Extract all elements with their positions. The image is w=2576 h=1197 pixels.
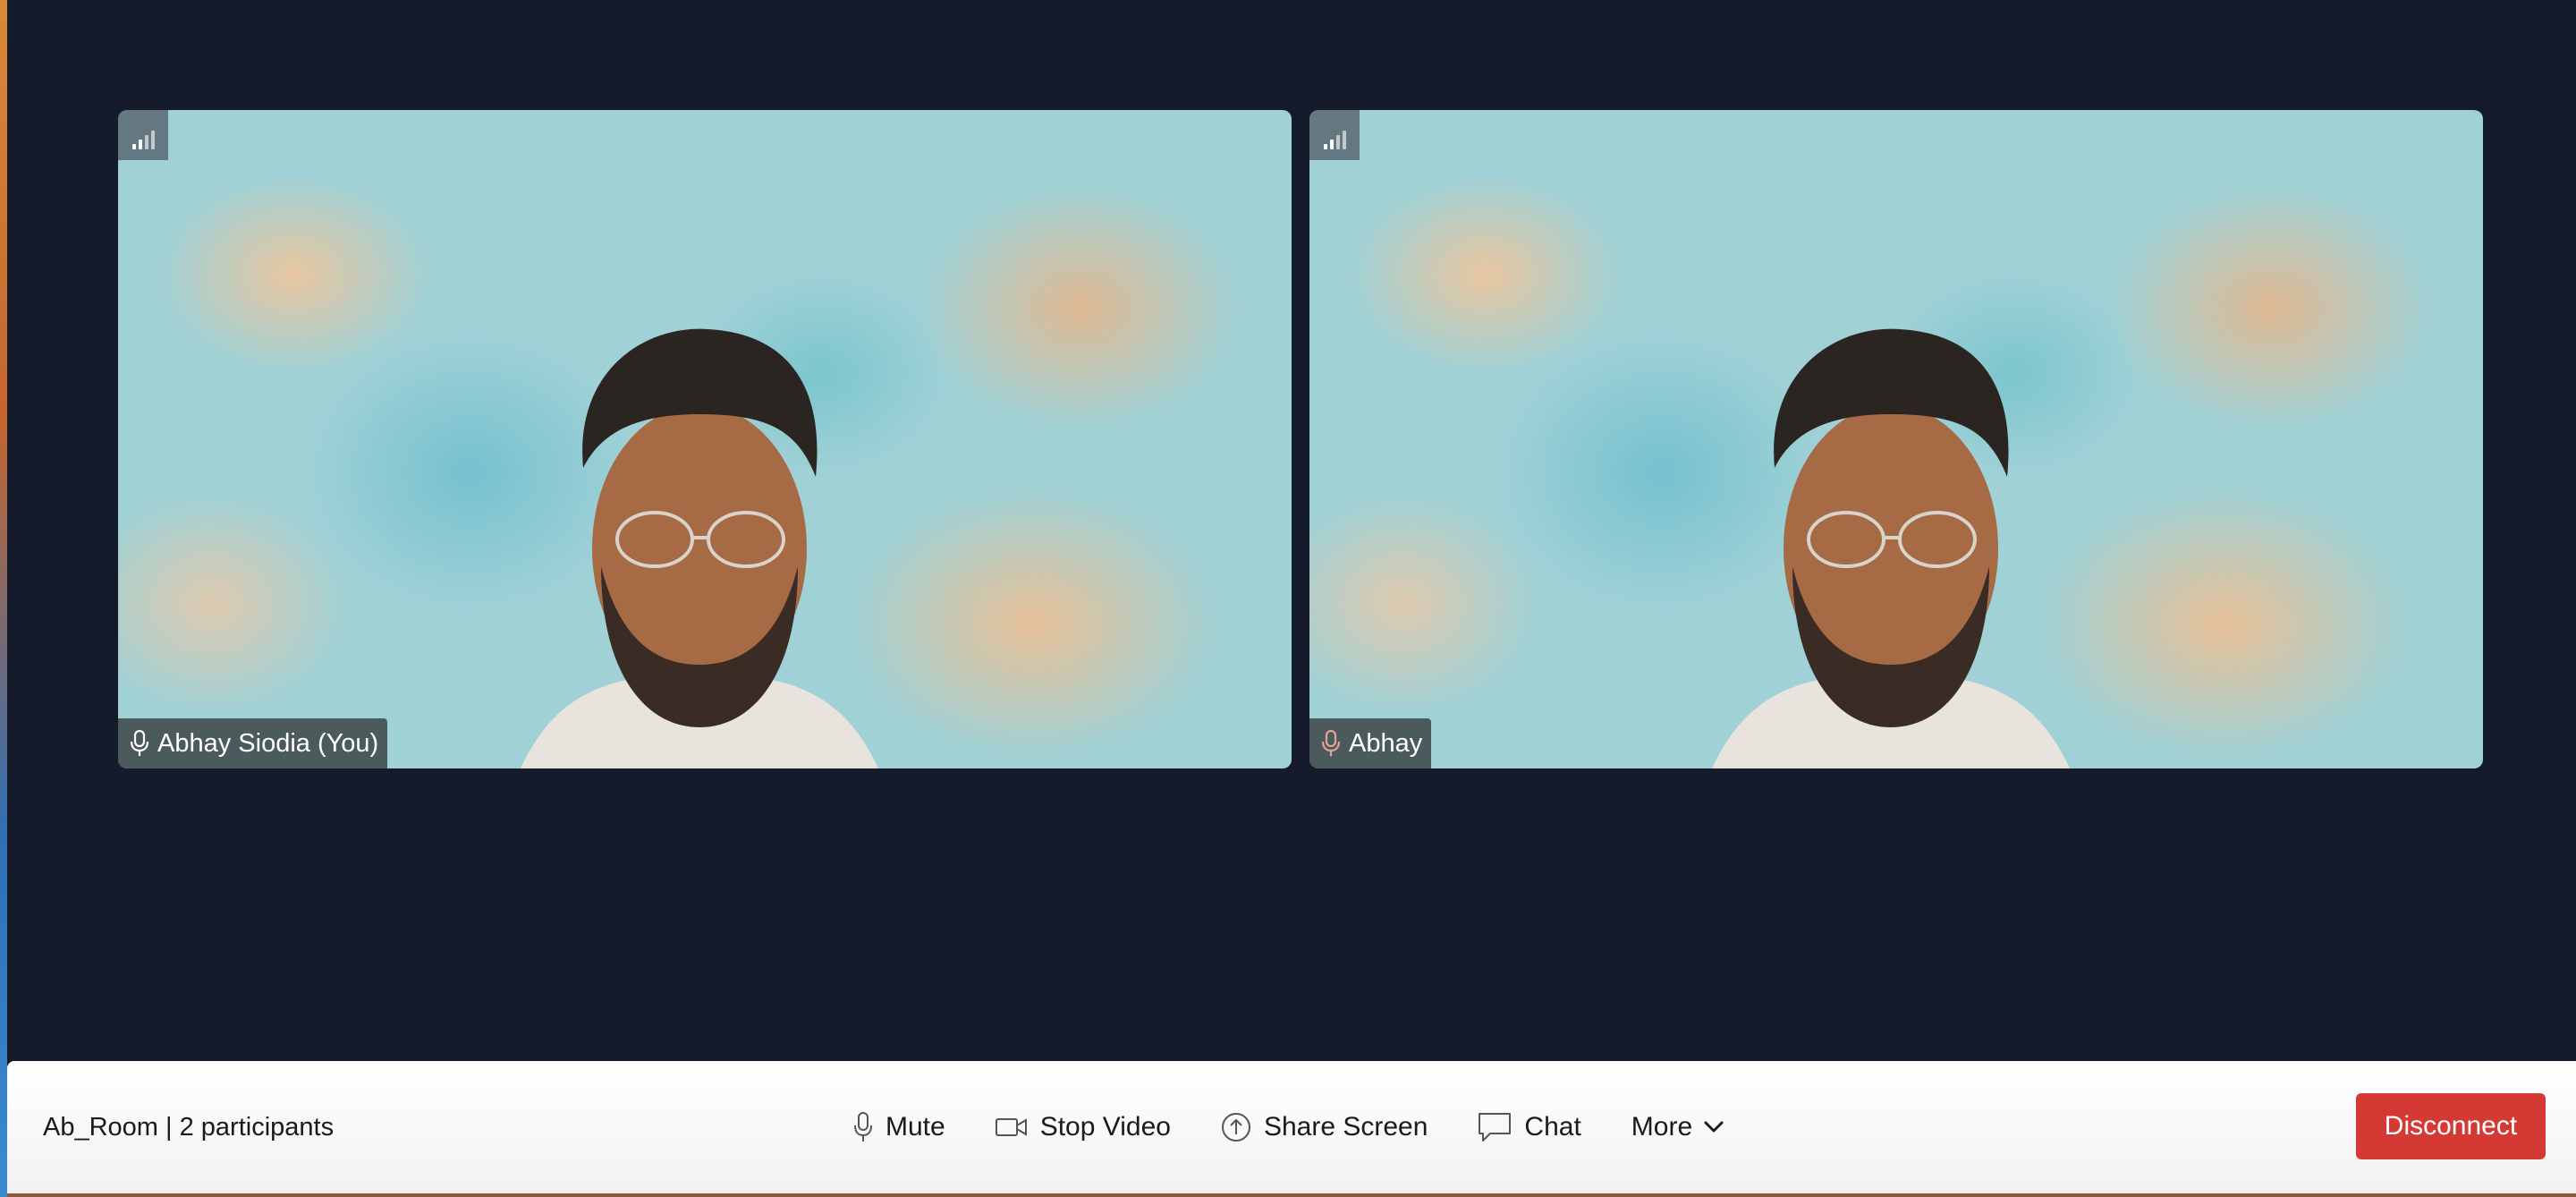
video-stage: Abhay Siodia (You) Abhay [7,0,2576,1061]
more-label: More [1631,1112,1693,1142]
window-edge [0,0,7,1197]
call-controls: Mute Stop Video Share Screen Chat More [839,1061,1760,1193]
chat-button[interactable]: Chat [1463,1103,1595,1151]
participant-name: Abhay [1349,728,1423,758]
signal-strength-icon [1309,110,1360,160]
disconnect-button[interactable]: Disconnect [2356,1093,2546,1159]
participant-name: Abhay Siodia (You) [157,728,379,758]
share-screen-icon [1221,1113,1250,1142]
participant-video [521,328,878,768]
participant-tile-remote[interactable]: Abhay [1309,110,2483,768]
video-camera-icon [995,1118,1027,1136]
participant-name-tag: Abhay Siodia (You) [118,718,388,768]
chat-label: Chat [1524,1112,1581,1142]
participant-video [1712,328,2070,768]
stop-video-button[interactable]: Stop Video [981,1103,1185,1151]
participant-name-tag: Abhay [1309,718,1432,768]
share-screen-label: Share Screen [1263,1112,1428,1142]
room-info: Ab_Room | 2 participants [43,1112,335,1142]
call-toolbar: Ab_Room | 2 participants Mute Stop Video [7,1061,2576,1193]
mute-label: Mute [886,1112,945,1142]
signal-strength-icon [118,110,168,160]
microphone-icon [1322,730,1340,756]
mute-button[interactable]: Mute [839,1103,960,1151]
stop-video-label: Stop Video [1039,1112,1171,1142]
chat-bubble-icon [1479,1113,1512,1142]
chevron-down-icon [1704,1121,1724,1133]
share-screen-button[interactable]: Share Screen [1207,1103,1442,1151]
microphone-icon [854,1112,872,1142]
window-bottom-edge [7,1193,2576,1197]
participant-tile-local[interactable]: Abhay Siodia (You) [118,110,1292,768]
microphone-icon [131,730,148,756]
more-button[interactable]: More [1617,1103,1739,1151]
